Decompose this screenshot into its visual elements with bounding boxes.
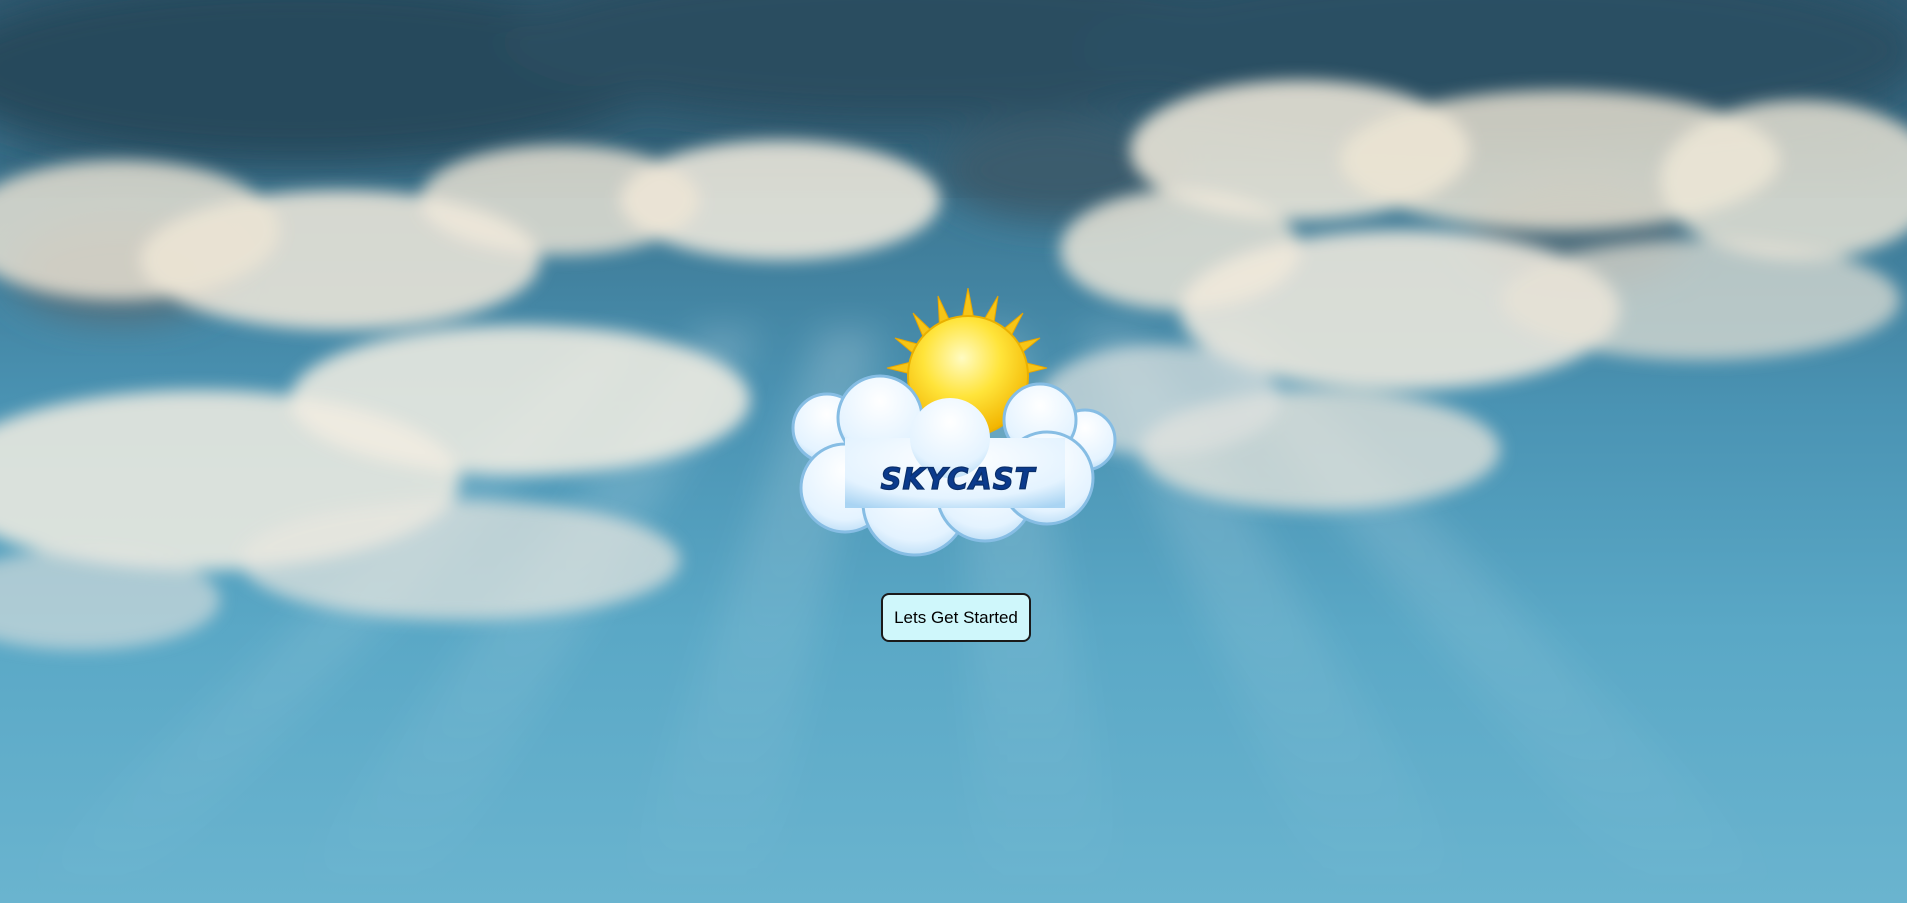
landing-page: SKYCAST Lets Get Started <box>0 0 1907 903</box>
lets-get-started-button[interactable]: Lets Get Started <box>881 593 1031 642</box>
logo-text: SKYCAST <box>881 462 1037 496</box>
skycast-logo: SKYCAST <box>791 288 1117 557</box>
